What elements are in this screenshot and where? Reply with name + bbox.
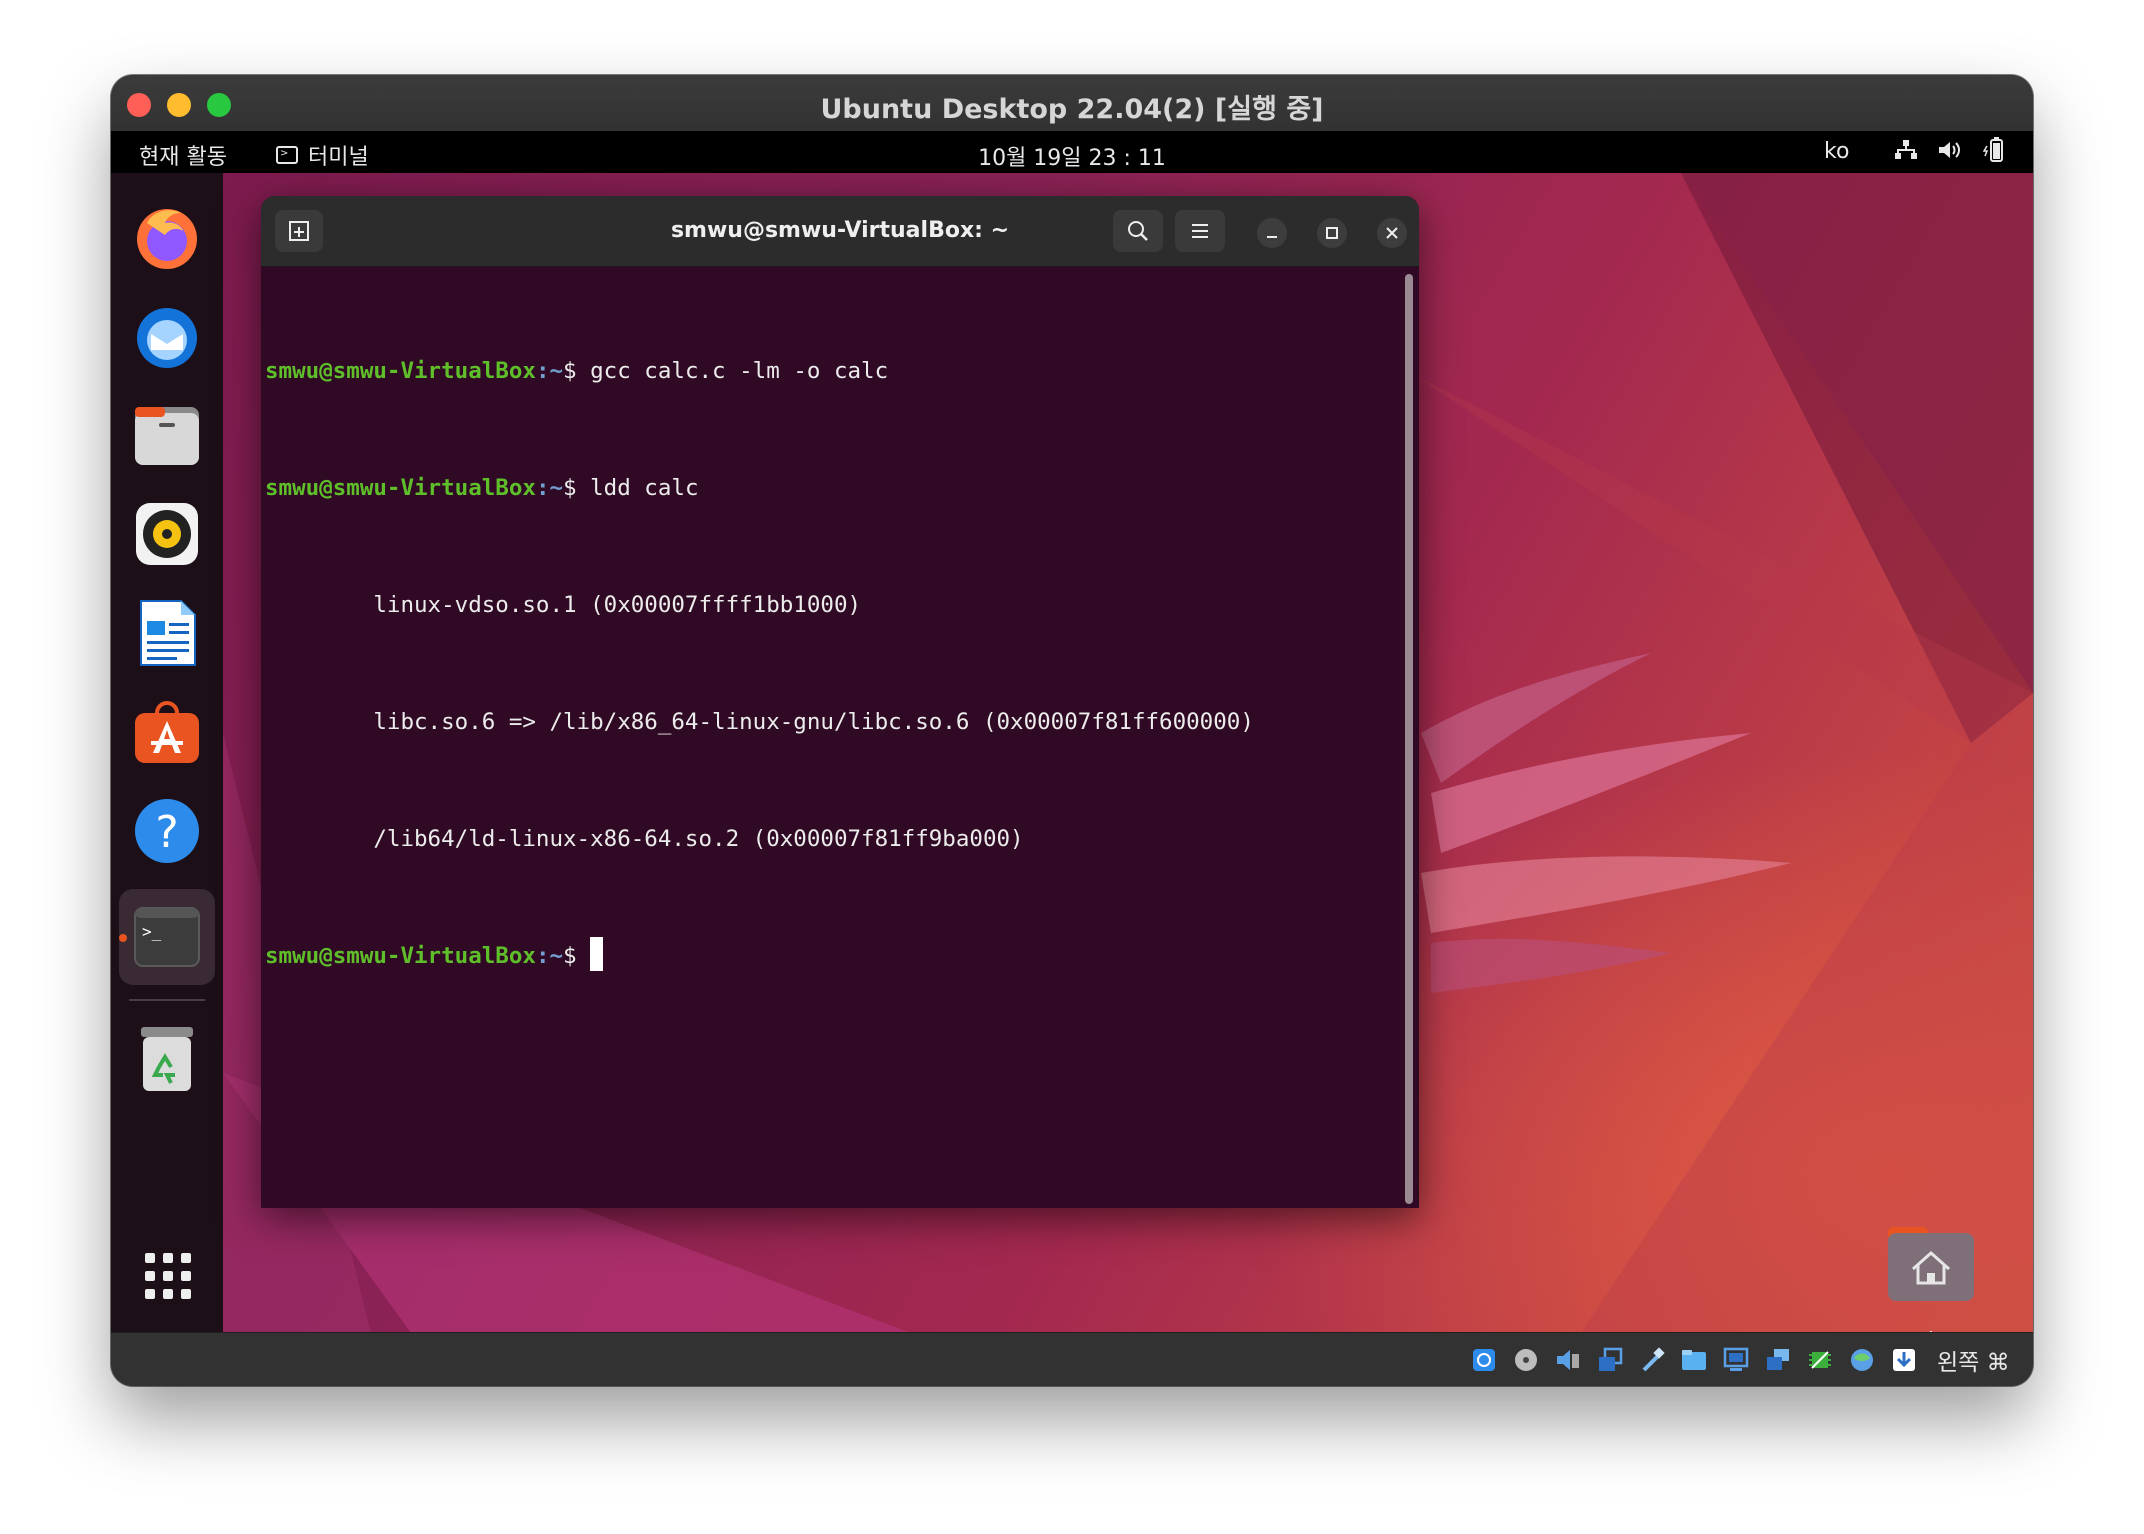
rhythmbox-icon xyxy=(136,503,198,565)
dock-firefox[interactable] xyxy=(131,201,203,273)
svg-text:?: ? xyxy=(155,807,178,858)
battery-icon xyxy=(1981,137,2007,163)
firefox-icon xyxy=(137,209,197,269)
virtualbox-window: Ubuntu Desktop 22.04(2) [실행 중] 현재 활동 > 터… xyxy=(111,75,2033,1386)
command-text: ldd calc xyxy=(590,475,699,501)
vm-title-bar: Ubuntu Desktop 22.04(2) [실행 중] xyxy=(111,75,2033,132)
dock-files[interactable] xyxy=(131,399,203,471)
mouse-integration-icon[interactable] xyxy=(1889,1345,1919,1375)
terminal-title: smwu@smwu-VirtualBox: ~ xyxy=(670,218,1010,243)
text-cursor xyxy=(590,937,604,971)
hamburger-icon xyxy=(1192,224,1208,238)
prompt-path: :~ xyxy=(535,358,564,384)
network-icon xyxy=(1893,137,1919,163)
terminal-line: linux-vdso.so.1 (0x00007ffff1bb1000) xyxy=(265,586,1401,625)
terminal-line: /lib64/ld-linux-x86-64.so.2 (0x00007f81f… xyxy=(265,820,1401,859)
dock-trash[interactable] xyxy=(131,1023,203,1095)
search-icon xyxy=(1128,221,1148,241)
host-key-indicator[interactable]: 왼쪽 ⌘ xyxy=(1937,1343,2010,1377)
prompt-path: :~ xyxy=(535,943,564,969)
dock-help[interactable]: ? xyxy=(131,795,203,867)
prompt-user: smwu@smwu-VirtualBox xyxy=(265,943,536,969)
terminal-line: smwu@smwu-VirtualBox:~$ gcc calc.c -lm -… xyxy=(265,352,1401,391)
minimize-icon xyxy=(1267,236,1277,238)
thunderbird-icon xyxy=(137,308,197,368)
menu-button[interactable] xyxy=(1175,210,1225,252)
files-icon xyxy=(135,407,199,465)
volume-icon xyxy=(1937,137,1963,163)
terminal-window[interactable]: smwu@smwu-VirtualBox: ~ smwu@smwu-Virtua… xyxy=(261,196,1419,1208)
prompt-user: smwu@smwu-VirtualBox xyxy=(265,358,536,384)
home-folder-icon xyxy=(1888,1227,1974,1301)
terminal-output[interactable]: smwu@smwu-VirtualBox:~$ gcc calc.c -lm -… xyxy=(265,274,1401,1208)
usb-icon[interactable] xyxy=(1637,1345,1667,1375)
close-button[interactable] xyxy=(1377,218,1407,248)
maximize-icon xyxy=(1326,227,1338,239)
maximize-button[interactable] xyxy=(1317,218,1347,248)
dock-terminal[interactable]: >_ xyxy=(131,901,203,973)
command-text: gcc calc.c -lm -o calc xyxy=(590,358,889,384)
network-adapter-icon[interactable] xyxy=(1595,1345,1625,1375)
terminal-line: libc.so.6 => /lib/x86_64-linux-gnu/libc.… xyxy=(265,703,1401,742)
output-text: libc.so.6 => /lib/x86_64-linux-gnu/libc.… xyxy=(265,709,1254,735)
clock[interactable]: 10월 19일 23 : 11 xyxy=(111,140,2033,172)
search-button[interactable] xyxy=(1113,210,1163,252)
software-icon xyxy=(135,701,199,763)
video-capture-icon[interactable] xyxy=(1763,1345,1793,1375)
guest-additions-icon[interactable] xyxy=(1847,1345,1877,1375)
trash-icon xyxy=(141,1027,193,1091)
cpu-icon[interactable] xyxy=(1805,1345,1835,1375)
dock: ? >_ xyxy=(111,173,223,1333)
prompt-path: :~ xyxy=(535,475,564,501)
dock-software[interactable] xyxy=(131,696,203,768)
desktop: ? >_ smwu@smwu-VirtualBox: ~ smwu@smwu-V… xyxy=(111,173,2033,1333)
terminal-line: smwu@smwu-VirtualBox:~$ xyxy=(265,937,1401,976)
running-indicator xyxy=(119,934,127,942)
output-text: /lib64/ld-linux-x86-64.so.2 (0x00007f81f… xyxy=(265,826,1024,852)
audio-icon[interactable] xyxy=(1553,1345,1583,1375)
svg-text:>_: >_ xyxy=(142,922,162,941)
desktop-home-folder[interactable] xyxy=(1888,1225,1974,1301)
system-tray[interactable] xyxy=(1893,137,2007,163)
vm-title: Ubuntu Desktop 22.04(2) [실행 중] xyxy=(820,94,1324,125)
close-icon xyxy=(1386,227,1398,239)
hard-disk-icon[interactable] xyxy=(1469,1345,1499,1375)
terminal-header-bar[interactable]: smwu@smwu-VirtualBox: ~ xyxy=(261,196,1419,267)
help-icon: ? xyxy=(135,799,199,863)
terminal-line: smwu@smwu-VirtualBox:~$ ldd calc xyxy=(265,469,1401,508)
prompt-symbol: $ xyxy=(563,475,591,501)
prompt-user: smwu@smwu-VirtualBox xyxy=(265,475,536,501)
scrollbar[interactable] xyxy=(1405,274,1413,1204)
output-text: linux-vdso.so.1 (0x00007ffff1bb1000) xyxy=(265,592,862,618)
display-icon[interactable] xyxy=(1721,1345,1751,1375)
dock-thunderbird[interactable] xyxy=(131,300,203,372)
gnome-top-bar: 현재 활동 > 터미널 10월 19일 23 : 11 ko xyxy=(111,131,2033,173)
dock-writer[interactable] xyxy=(131,597,203,669)
prompt-symbol: $ xyxy=(563,943,591,969)
shared-folder-icon[interactable] xyxy=(1679,1345,1709,1375)
show-apps-icon xyxy=(145,1253,155,1263)
minimize-button[interactable] xyxy=(1257,218,1287,248)
vm-status-bar: 왼쪽 ⌘ xyxy=(111,1332,2033,1386)
optical-drive-icon[interactable] xyxy=(1511,1345,1541,1375)
input-language[interactable]: ko xyxy=(1824,139,1849,164)
show-apps-button[interactable] xyxy=(145,1253,191,1299)
writer-icon xyxy=(140,600,196,666)
terminal-icon: >_ xyxy=(134,907,200,967)
dock-rhythmbox[interactable] xyxy=(131,498,203,570)
prompt-symbol: $ xyxy=(563,358,591,384)
dock-separator xyxy=(129,999,205,1001)
